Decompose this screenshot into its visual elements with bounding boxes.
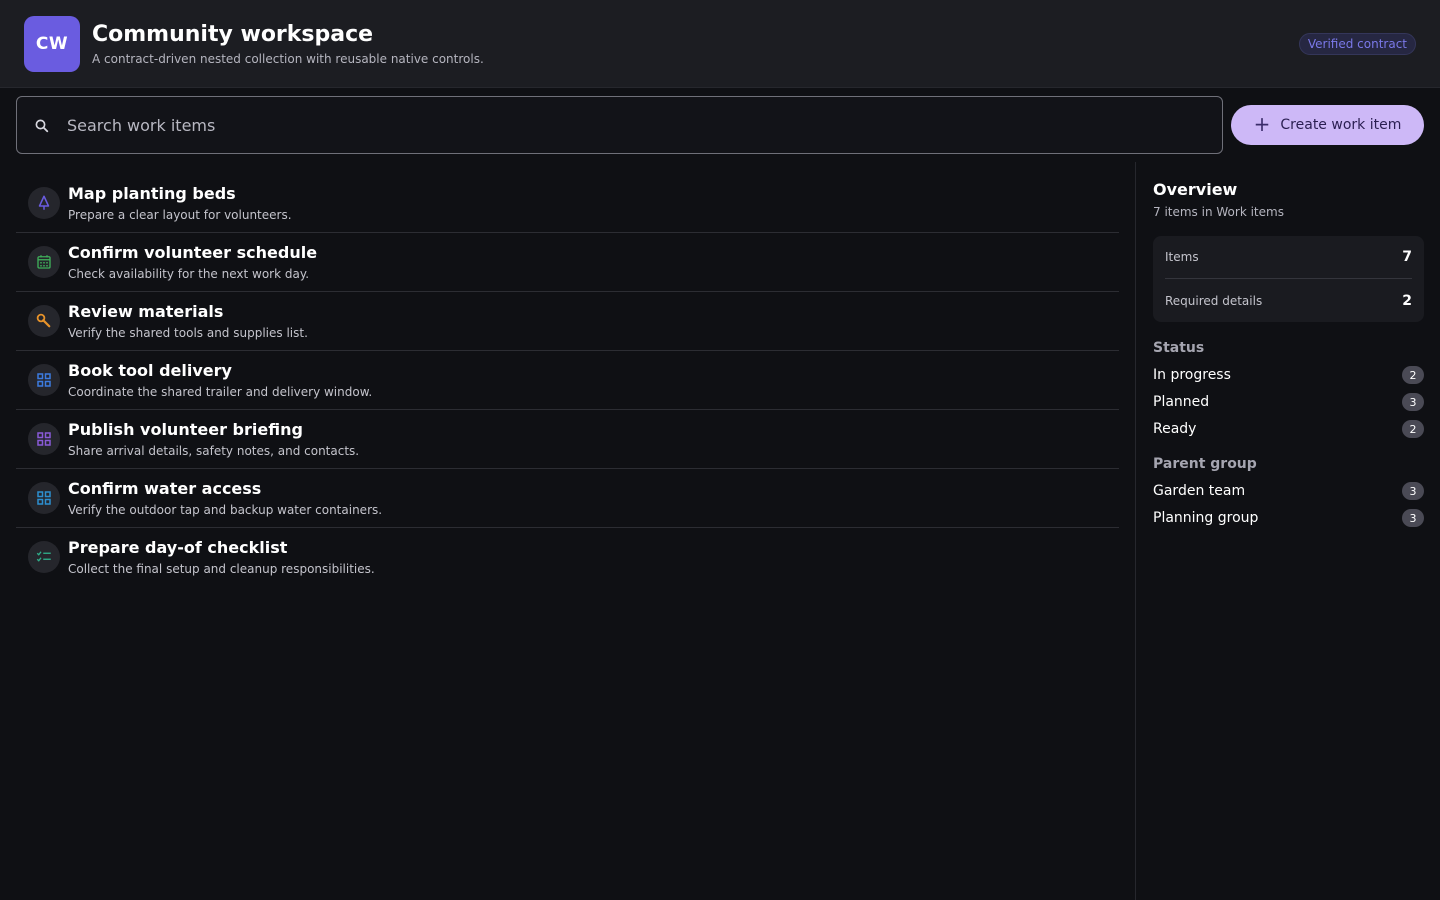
parent-filter-planning-group[interactable]: Planning group 3 [1153, 507, 1424, 529]
grid-icon [28, 364, 60, 396]
grid-icon-glyph [37, 491, 51, 505]
wrench-icon-glyph [36, 313, 51, 328]
search-icon [35, 119, 49, 133]
overview-title: Overview [1153, 180, 1238, 199]
tree-icon-glyph [38, 195, 50, 210]
item-title: Book tool delivery [68, 361, 232, 380]
item-title: Map planting beds [68, 184, 236, 203]
stat-label: Required details [1165, 293, 1263, 308]
list-item[interactable]: Map planting beds Prepare a clear layout… [16, 174, 1119, 233]
item-title: Confirm volunteer schedule [68, 243, 318, 262]
stat-row-items: Items 7 [1165, 236, 1412, 279]
checklist-icon [28, 541, 60, 573]
create-work-item-button[interactable]: + Create work item [1231, 105, 1424, 145]
item-description: Collect the final setup and cleanup resp… [68, 562, 375, 576]
list-item[interactable]: Book tool delivery Coordinate the shared… [16, 351, 1119, 410]
checklist-icon-glyph [36, 551, 51, 562]
facet-label: Ready [1153, 421, 1197, 437]
status-section-title: Status [1153, 340, 1205, 356]
app-header: CW Community workspace A contract-driven… [0, 0, 1440, 88]
item-title: Prepare day-of checklist [68, 538, 288, 557]
item-description: Share arrival details, safety notes, and… [68, 444, 360, 458]
facet-label: Planning group [1153, 510, 1259, 526]
plus-icon: + [1253, 112, 1271, 136]
status-filter-ready[interactable]: Ready 2 [1153, 418, 1424, 440]
stat-row-required-details: Required details 2 [1165, 279, 1412, 322]
item-description: Check availability for the next work day… [68, 267, 310, 281]
grid-icon [28, 482, 60, 514]
status-filter-planned[interactable]: Planned 3 [1153, 391, 1424, 413]
stat-value: 7 [1402, 249, 1412, 265]
verified-badge: Verified contract [1298, 33, 1416, 55]
create-button-label: Create work item [1280, 117, 1402, 133]
list-item[interactable]: Confirm water access Verify the outdoor … [16, 469, 1119, 528]
status-filter-in-progress[interactable]: In progress 2 [1153, 364, 1424, 386]
parent-filter-garden-team[interactable]: Garden team 3 [1153, 480, 1424, 502]
work-items-list: Map planting beds Prepare a clear layout… [16, 174, 1119, 587]
overview-subtitle: 7 items in Work items [1153, 205, 1284, 219]
grid-icon [28, 423, 60, 455]
item-description: Verify the shared tools and supplies lis… [68, 326, 308, 340]
facet-label: In progress [1153, 367, 1231, 383]
item-description: Coordinate the shared trailer and delive… [68, 385, 373, 399]
stat-label: Items [1165, 250, 1199, 264]
overview-sidebar: Overview 7 items in Work items Items 7 R… [1135, 162, 1440, 900]
stats-card: Items 7 Required details 2 [1153, 236, 1424, 322]
facet-label: Garden team [1153, 483, 1246, 499]
stat-value: 2 [1402, 292, 1412, 309]
facet-label: Planned [1153, 394, 1210, 410]
count-badge: 3 [1402, 393, 1424, 411]
wrench-icon [28, 305, 60, 337]
count-badge: 2 [1402, 366, 1424, 384]
app-root: CW Community workspace A contract-driven… [0, 0, 1440, 900]
tree-icon [28, 187, 60, 219]
page-subtitle: A contract-driven nested collection with… [92, 52, 484, 66]
list-item[interactable]: Prepare day-of checklist Collect the fin… [16, 528, 1119, 587]
list-item[interactable]: Publish volunteer briefing Share arrival… [16, 410, 1119, 469]
page-title: Community workspace [92, 22, 374, 47]
search-box [16, 96, 1223, 154]
item-description: Prepare a clear layout for volunteers. [68, 208, 292, 222]
list-item[interactable]: Confirm volunteer schedule Check availab… [16, 233, 1119, 292]
grid-icon-glyph [37, 432, 51, 446]
count-badge: 3 [1402, 482, 1424, 500]
workspace-logo: CW [24, 16, 80, 72]
item-title: Review materials [68, 302, 224, 321]
count-badge: 2 [1402, 420, 1424, 438]
count-badge: 3 [1402, 509, 1424, 527]
grid-icon-glyph [37, 373, 51, 387]
item-title: Confirm water access [68, 479, 262, 498]
item-title: Publish volunteer briefing [68, 420, 303, 439]
search-input[interactable] [67, 97, 1207, 153]
item-description: Verify the outdoor tap and backup water … [68, 503, 383, 517]
calendar-icon [28, 246, 60, 278]
list-item[interactable]: Review materials Verify the shared tools… [16, 292, 1119, 351]
parent-group-section-title: Parent group [1153, 456, 1257, 472]
calendar-icon-glyph [37, 255, 51, 269]
